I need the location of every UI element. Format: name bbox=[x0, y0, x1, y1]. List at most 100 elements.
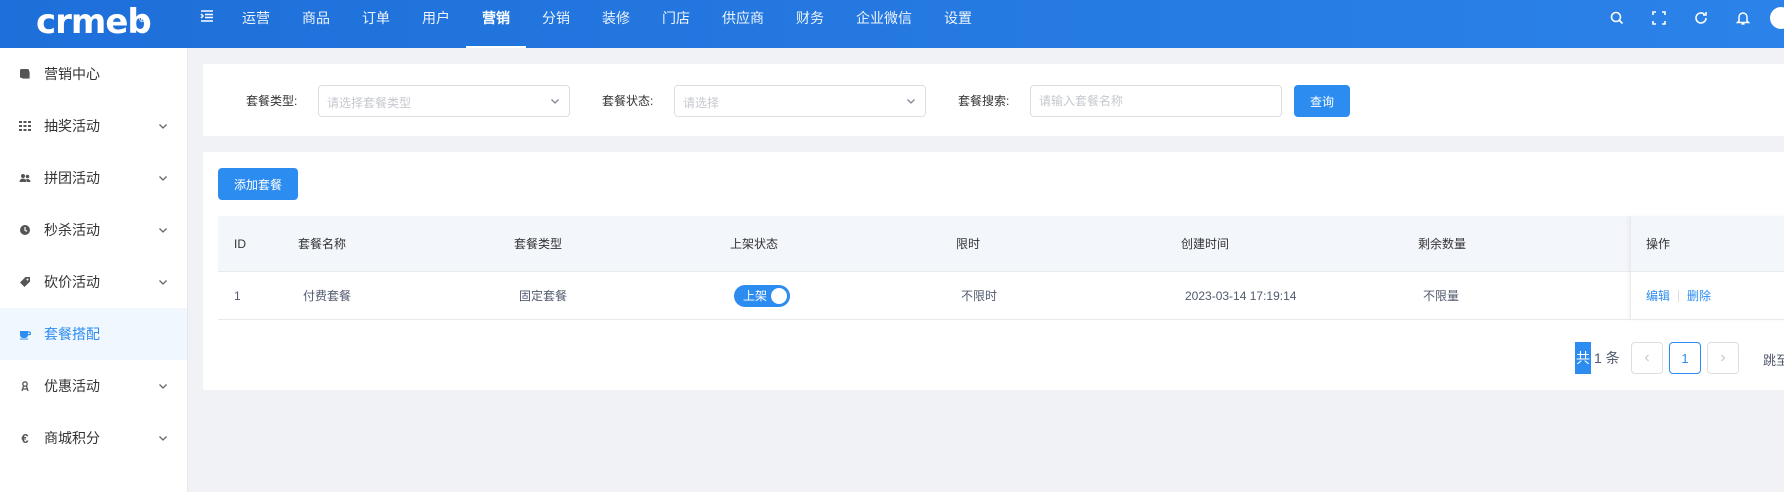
chevron-down-icon bbox=[907, 99, 915, 104]
nav-item-distribution[interactable]: 分销 bbox=[526, 0, 586, 48]
fixed-column-edge bbox=[1630, 216, 1784, 320]
group-icon bbox=[18, 171, 32, 185]
cell-time-limit: 不限时 bbox=[961, 289, 998, 303]
chevron-down-icon bbox=[159, 436, 167, 441]
package-list-panel: 添加套餐 ID 套餐名称 套餐类型 上架状态 限时 创建时间 剩余数量 操作 1… bbox=[203, 152, 1784, 390]
chevron-down-icon bbox=[551, 99, 559, 104]
chevron-down-icon bbox=[159, 124, 167, 129]
status-toggle[interactable]: 上架 bbox=[734, 284, 790, 307]
package-type-placeholder: 请选择套餐类型 bbox=[327, 96, 412, 110]
fullscreen-icon[interactable] bbox=[1638, 9, 1680, 27]
package-status-placeholder: 请选择 bbox=[683, 96, 720, 110]
grid-icon bbox=[18, 119, 32, 133]
column-header-created: 创建时间 bbox=[1181, 237, 1230, 251]
nav-item-marketing[interactable]: 营销 bbox=[466, 0, 526, 48]
page-jump-label: 跳至 bbox=[1763, 353, 1784, 368]
logo-text: crmeb bbox=[36, 2, 152, 42]
chevron-down-icon bbox=[159, 280, 167, 285]
column-header-id: ID bbox=[234, 236, 246, 251]
top-header: crmeb ® 运营 商品 订单 用户 营销 分销 装修 门店 供应商 财务 企业… bbox=[0, 0, 1784, 48]
package-status-label: 套餐状态: bbox=[602, 94, 654, 108]
sidebar-item-label: 营销中心 bbox=[44, 66, 100, 82]
package-table: ID 套餐名称 套餐类型 上架状态 限时 创建时间 剩余数量 操作 1 付费套餐… bbox=[218, 216, 1784, 320]
tag-icon bbox=[18, 275, 32, 289]
prev-page-button[interactable] bbox=[1631, 342, 1663, 374]
coupon-icon bbox=[18, 379, 32, 393]
package-search-label: 套餐搜索: bbox=[958, 94, 1010, 108]
sidebar-item-label: 秒杀活动 bbox=[44, 222, 100, 238]
bell-icon[interactable] bbox=[1722, 9, 1764, 27]
chevron-down-icon bbox=[159, 384, 167, 389]
add-package-button[interactable]: 添加套餐 bbox=[218, 168, 298, 200]
sidebar-item-label: 套餐搭配 bbox=[44, 326, 100, 342]
nav-item-orders[interactable]: 订单 bbox=[346, 0, 406, 48]
column-header-remaining: 剩余数量 bbox=[1418, 237, 1467, 251]
sidebar-item-bargain[interactable]: 砍价活动 bbox=[0, 256, 187, 308]
search-icon[interactable] bbox=[1596, 9, 1638, 27]
sidebar-item-group-buy[interactable]: 拼团活动 bbox=[0, 152, 187, 204]
sidebar-item-discount[interactable]: 优惠活动 bbox=[0, 360, 187, 412]
column-header-time-limit: 限时 bbox=[956, 237, 981, 251]
pagination-total-prefix: 共 bbox=[1575, 342, 1591, 374]
filter-panel: 套餐类型: 请选择套餐类型 套餐状态: 请选择 套餐搜索: 查询 bbox=[203, 64, 1784, 136]
euro-icon: € bbox=[21, 430, 29, 446]
next-page-button[interactable] bbox=[1707, 342, 1739, 374]
package-type-label: 套餐类型: bbox=[246, 94, 298, 108]
clock-icon bbox=[18, 223, 32, 237]
nav-item-finance[interactable]: 财务 bbox=[780, 0, 840, 48]
query-button[interactable]: 查询 bbox=[1294, 85, 1350, 117]
status-toggle-label: 上架 bbox=[743, 288, 768, 303]
toggle-knob bbox=[771, 287, 787, 304]
marketing-icon bbox=[18, 67, 32, 81]
cell-created: 2023-03-14 17:19:14 bbox=[1185, 288, 1297, 303]
nav-item-decoration[interactable]: 装修 bbox=[586, 0, 646, 48]
column-header-type: 套餐类型 bbox=[514, 237, 563, 251]
sidebar-item-package-combo[interactable]: 套餐搭配 bbox=[0, 308, 187, 360]
chevron-down-icon bbox=[159, 176, 167, 181]
nav-item-operations[interactable]: 运营 bbox=[226, 0, 286, 48]
avatar[interactable] bbox=[1770, 7, 1784, 29]
package-status-select[interactable]: 请选择 bbox=[674, 85, 926, 117]
package-search-input[interactable] bbox=[1030, 85, 1282, 117]
page-button-1[interactable]: 1 bbox=[1669, 342, 1701, 374]
registered-mark: ® bbox=[138, 15, 147, 25]
cell-id: 1 bbox=[234, 288, 241, 303]
menu-toggle-icon[interactable] bbox=[200, 9, 214, 28]
sidebar-item-label: 商城积分 bbox=[44, 430, 100, 446]
chevron-right-icon bbox=[1721, 354, 1726, 362]
pagination-total: 共 1 条 bbox=[1575, 342, 1620, 374]
refresh-icon[interactable] bbox=[1680, 9, 1722, 27]
app-logo[interactable]: crmeb ® bbox=[36, 4, 152, 40]
nav-item-settings[interactable]: 设置 bbox=[928, 0, 988, 48]
sidebar-item-points[interactable]: € 商城积分 bbox=[0, 412, 187, 464]
table-row: 1 付费套餐 固定套餐 上架 不限时 2023-03-14 17:19:14 不… bbox=[218, 272, 1784, 320]
cell-status: 上架 bbox=[734, 272, 790, 319]
chevron-down-icon bbox=[159, 228, 167, 233]
nav-item-suppliers[interactable]: 供应商 bbox=[706, 0, 780, 48]
chevron-left-icon bbox=[1644, 354, 1649, 362]
table-header: ID 套餐名称 套餐类型 上架状态 限时 创建时间 剩余数量 操作 bbox=[218, 216, 1784, 272]
package-type-select[interactable]: 请选择套餐类型 bbox=[318, 85, 570, 117]
nav-item-users[interactable]: 用户 bbox=[406, 0, 466, 48]
cell-type: 固定套餐 bbox=[519, 289, 568, 303]
sidebar: 营销中心 抽奖活动 拼团活动 秒杀活动 砍价活动 套餐搭配 优惠活动 € 商城积… bbox=[0, 48, 188, 492]
sidebar-item-flash-sale[interactable]: 秒杀活动 bbox=[0, 204, 187, 256]
sidebar-item-label: 拼团活动 bbox=[44, 170, 100, 186]
sidebar-item-marketing-center[interactable]: 营销中心 bbox=[0, 48, 187, 100]
nav-item-products[interactable]: 商品 bbox=[286, 0, 346, 48]
column-header-name: 套餐名称 bbox=[298, 237, 347, 251]
cell-remaining: 不限量 bbox=[1423, 289, 1460, 303]
cup-icon bbox=[18, 327, 32, 341]
sidebar-item-label: 优惠活动 bbox=[44, 378, 100, 394]
nav-item-wecom[interactable]: 企业微信 bbox=[840, 0, 928, 48]
pagination: 共 1 条 1 跳至 bbox=[203, 342, 1784, 374]
top-nav: 运营 商品 订单 用户 营销 分销 装修 门店 供应商 财务 企业微信 设置 bbox=[226, 0, 988, 48]
column-header-status: 上架状态 bbox=[730, 237, 779, 251]
nav-item-stores[interactable]: 门店 bbox=[646, 0, 706, 48]
sidebar-item-label: 砍价活动 bbox=[44, 274, 100, 290]
sidebar-item-lottery[interactable]: 抽奖活动 bbox=[0, 100, 187, 152]
cell-name: 付费套餐 bbox=[303, 289, 352, 303]
header-tools bbox=[1596, 0, 1784, 36]
pagination-total-count: 1 条 bbox=[1594, 350, 1620, 366]
sidebar-item-label: 抽奖活动 bbox=[44, 118, 100, 134]
